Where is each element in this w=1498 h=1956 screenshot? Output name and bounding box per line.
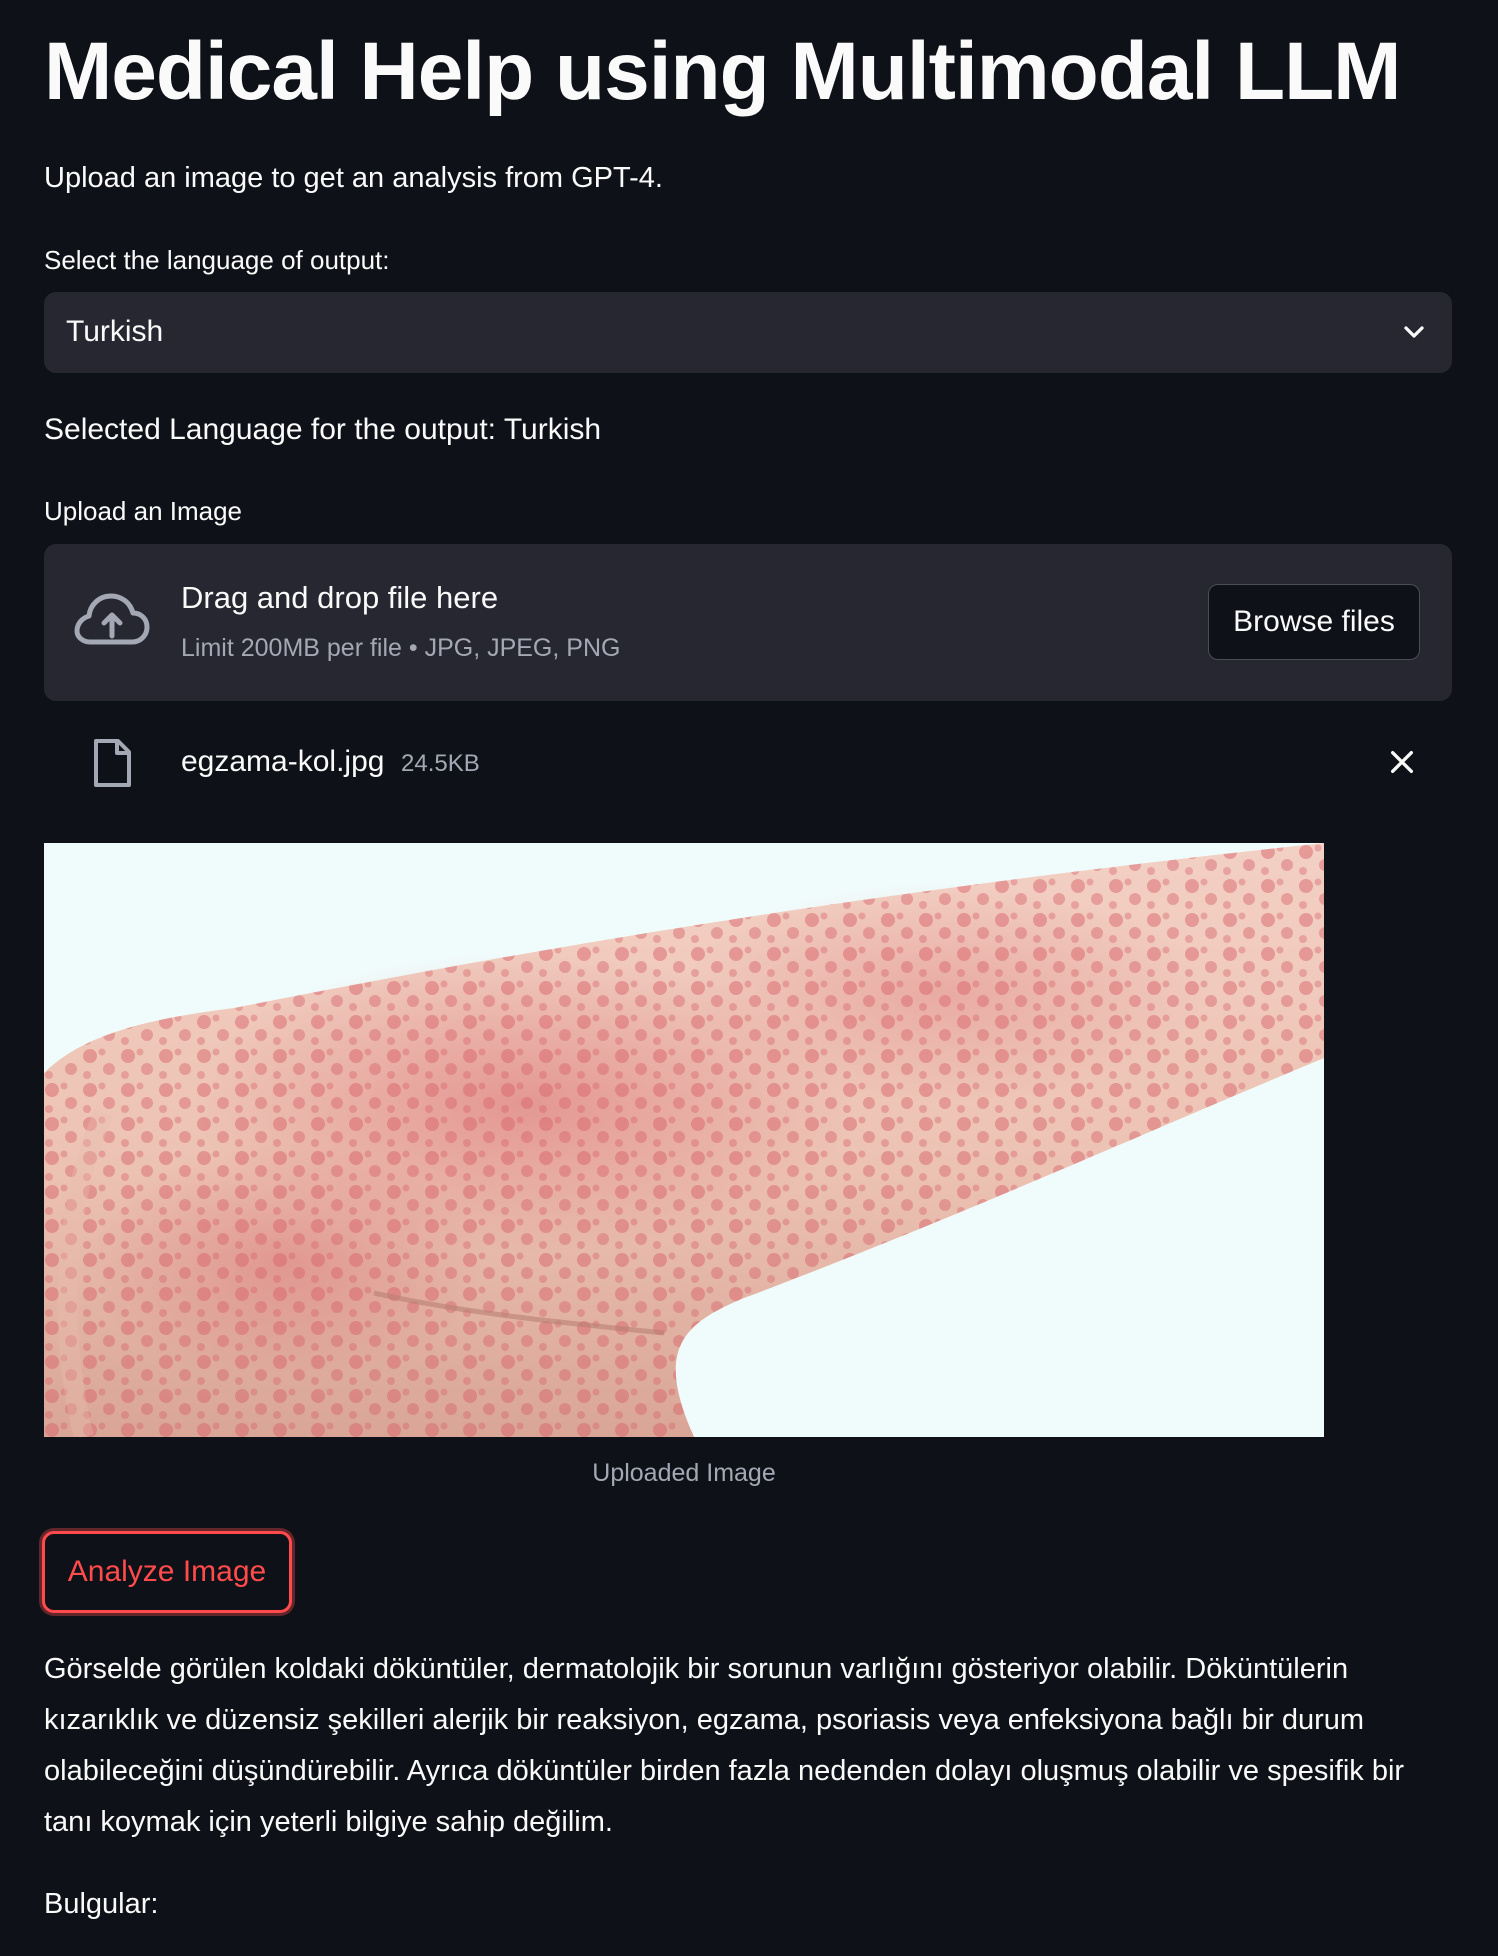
- chevron-down-icon: [1404, 326, 1424, 338]
- uploaded-image: [44, 843, 1324, 1437]
- file-icon: [94, 739, 131, 787]
- uploader-label: Upload an Image: [44, 496, 243, 526]
- findings-label: Bulgular:: [44, 1888, 159, 1920]
- arm-rash-photo: [44, 843, 1324, 1437]
- cloud-upload-icon: [74, 593, 150, 645]
- browse-files-button[interactable]: Browse files: [1208, 584, 1420, 660]
- language-select[interactable]: Turkish: [44, 292, 1452, 373]
- analysis-result-text: Görselde görülen koldaki döküntüler, der…: [44, 1653, 1405, 1838]
- language-select-value: Turkish: [66, 315, 164, 348]
- close-icon[interactable]: [1386, 746, 1418, 778]
- file-size: 24.5KB: [401, 750, 480, 777]
- page-title: Medical Help using Multimodal LLM: [44, 26, 1401, 117]
- file-dropzone[interactable]: Drag and drop file here Limit 200MB per …: [44, 544, 1452, 701]
- page-subtitle: Upload an image to get an analysis from …: [44, 162, 663, 194]
- file-name: egzama-kol.jpg: [181, 745, 385, 778]
- analyze-image-button[interactable]: Analyze Image: [42, 1531, 292, 1613]
- dropzone-title: Drag and drop file here: [181, 580, 499, 615]
- selected-language-text: Selected Language for the output: Turkis…: [44, 413, 602, 446]
- uploaded-file-row: egzama-kol.jpg 24.5KB: [44, 728, 1452, 798]
- image-caption: Uploaded Image: [592, 1459, 776, 1487]
- language-select-label: Select the language of output:: [44, 245, 390, 275]
- dropzone-limit: Limit 200MB per file • JPG, JPEG, PNG: [181, 634, 621, 662]
